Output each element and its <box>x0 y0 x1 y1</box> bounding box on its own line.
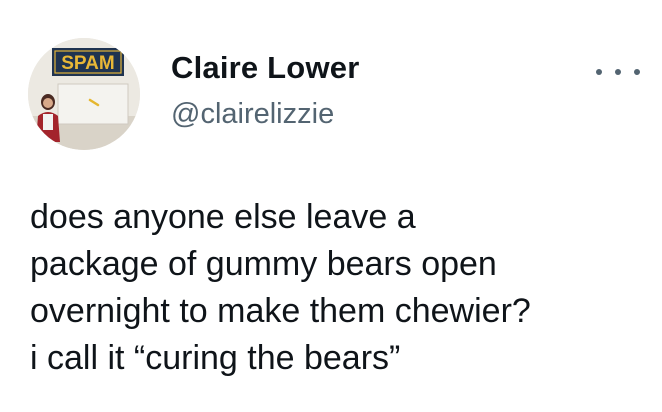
avatar[interactable]: SPAM <box>28 38 140 150</box>
avatar-image: SPAM <box>28 38 140 150</box>
author-display-name[interactable]: Claire Lower <box>171 50 359 86</box>
tweet-card: SPAM Claire Lower @clairelizzie does any… <box>0 0 662 412</box>
more-dot <box>615 69 621 75</box>
more-dot <box>596 69 602 75</box>
more-horizontal-icon[interactable] <box>596 62 640 82</box>
author-handle[interactable]: @clairelizzie <box>171 98 334 131</box>
more-dot <box>634 69 640 75</box>
tweet-text: does anyone else leave a package of gumm… <box>30 198 531 377</box>
avatar-sign-text: SPAM <box>61 53 114 74</box>
